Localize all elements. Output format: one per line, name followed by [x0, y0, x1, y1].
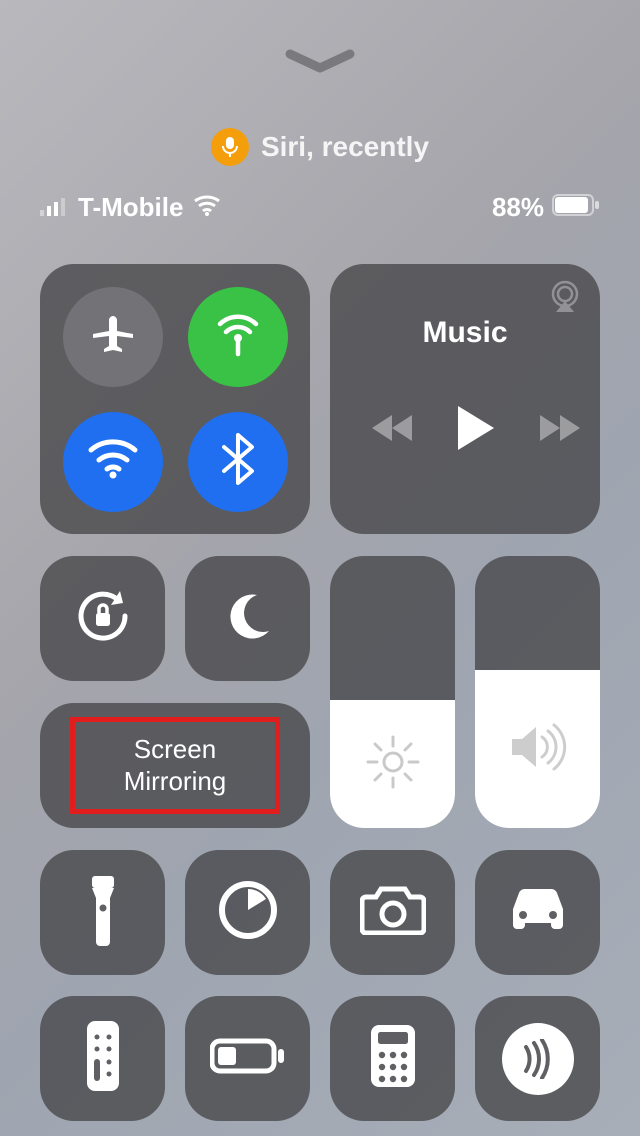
orientation-lock-icon	[70, 583, 136, 654]
screen-mirroring-label: ScreenMirroring	[124, 734, 227, 796]
carrier-label: T-Mobile	[78, 192, 183, 223]
wifi-toggle[interactable]	[63, 412, 163, 512]
moon-icon	[221, 589, 275, 648]
camera-button[interactable]	[330, 850, 455, 975]
timer-button[interactable]	[185, 850, 310, 975]
cellular-data-toggle[interactable]	[188, 287, 288, 387]
battery-percent: 88%	[492, 192, 544, 223]
speaker-icon	[508, 723, 568, 776]
cellular-icon	[210, 306, 266, 367]
bluetooth-toggle[interactable]	[188, 412, 288, 512]
apple-tv-remote-button[interactable]	[40, 996, 165, 1121]
collapse-chevron-icon[interactable]	[284, 48, 356, 81]
music-title: Music	[422, 316, 507, 350]
nfc-tag-button[interactable]	[475, 996, 600, 1121]
battery-low-icon	[210, 1037, 286, 1080]
car-icon	[503, 887, 573, 938]
driving-mode-button[interactable]	[475, 850, 600, 975]
low-power-mode-button[interactable]	[185, 996, 310, 1121]
flashlight-button[interactable]	[40, 850, 165, 975]
orientation-lock-toggle[interactable]	[40, 556, 165, 681]
remote-icon	[85, 1019, 121, 1098]
previous-track-button[interactable]	[370, 413, 414, 448]
status-bar: T-Mobile 88%	[0, 192, 640, 223]
do-not-disturb-toggle[interactable]	[185, 556, 310, 681]
bluetooth-icon	[222, 433, 254, 490]
flashlight-icon	[84, 874, 122, 951]
camera-icon	[360, 885, 426, 940]
brightness-icon	[364, 733, 422, 796]
volume-slider[interactable]	[475, 556, 600, 828]
airplay-icon[interactable]	[546, 280, 584, 319]
connectivity-tile[interactable]	[40, 264, 310, 534]
calculator-button[interactable]	[330, 996, 455, 1121]
screen-mirroring-button[interactable]: ScreenMirroring	[40, 703, 310, 828]
wifi-icon	[87, 438, 139, 485]
siri-suggestion[interactable]: Siri, recently	[211, 128, 429, 166]
siri-label: Siri, recently	[261, 131, 429, 163]
airplane-mode-toggle[interactable]	[63, 287, 163, 387]
next-track-button[interactable]	[538, 413, 582, 448]
play-button[interactable]	[454, 404, 498, 457]
signal-icon	[40, 192, 68, 223]
music-tile[interactable]: Music	[330, 264, 600, 534]
nfc-icon	[502, 1023, 574, 1095]
brightness-slider[interactable]	[330, 556, 455, 828]
microphone-icon	[211, 128, 249, 166]
wifi-status-icon	[193, 192, 221, 223]
timer-icon	[217, 879, 279, 946]
battery-icon	[552, 192, 600, 223]
calculator-icon	[369, 1023, 417, 1094]
airplane-icon	[89, 310, 137, 363]
